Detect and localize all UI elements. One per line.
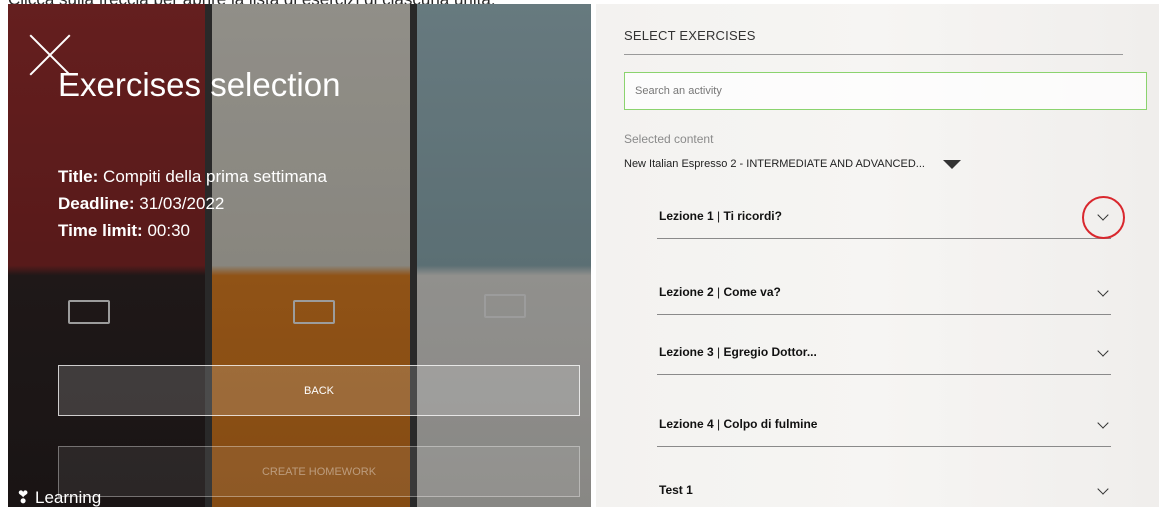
right-panel: SELECT EXERCISES Selected content New It… [596,4,1159,507]
logo-icon: ❣ [16,488,31,507]
brand-name: Learning [34,488,102,507]
create-homework-button[interactable]: CREATE HOMEWORK [58,446,580,497]
course-name: New Italian Espresso 2 - INTERMEDIATE AN… [624,158,925,170]
left-panel: Exercises selection Title: Compiti della… [8,4,591,507]
lesson-label: Lezione 4 | Colpo di fulmine [659,417,818,431]
lesson-item[interactable]: Lezione 2 | Come va? [657,275,1111,315]
highlight-circle [1082,196,1125,239]
deadline-label: Deadline: [58,194,135,213]
lesson-divider [657,446,1111,447]
lesson-item[interactable]: Lezione 1 | Ti ricordi? [657,199,1111,239]
title-label: Title: [58,167,99,186]
lesson-item[interactable]: Test 1 [657,473,1111,507]
course-dropdown[interactable]: New Italian Espresso 2 - INTERMEDIATE AN… [624,158,961,170]
time-limit-label: Time limit: [58,221,143,240]
lesson-label: Lezione 2 | Come va? [659,285,781,299]
homework-time-limit: Time limit: 00:30 [58,221,190,241]
time-limit-value: 00:30 [147,221,190,240]
chevron-down-icon[interactable] [1097,285,1109,297]
lesson-label: Lezione 3 | Egregio Dottor... [659,345,817,359]
deadline-value: 31/03/2022 [139,194,225,213]
triangle-down-icon[interactable] [942,159,961,169]
lesson-item[interactable]: Lezione 3 | Egregio Dottor... [657,335,1111,375]
title-value: Compiti della prima settimana [103,167,327,186]
lesson-divider [657,314,1111,315]
homework-deadline: Deadline: 31/03/2022 [58,194,224,214]
chevron-down-icon[interactable] [1097,417,1109,429]
back-button[interactable]: BACK [58,365,580,416]
brand-logo: ❣ Learning [16,488,101,507]
lesson-divider [657,374,1111,375]
section-divider [624,54,1123,55]
search-input[interactable] [624,72,1147,110]
page-title: Exercises selection [58,66,341,103]
lesson-label: Test 1 [659,483,693,497]
lesson-item[interactable]: Lezione 4 | Colpo di fulmine [657,407,1111,447]
lesson-divider [657,238,1111,239]
selected-content-label: Selected content [624,132,714,146]
section-title: SELECT EXERCISES [624,28,756,43]
chevron-down-icon[interactable] [1097,483,1109,495]
homework-title: Title: Compiti della prima settimana [58,167,327,187]
lesson-label: Lezione 1 | Ti ricordi? [659,209,782,223]
chevron-down-icon[interactable] [1097,345,1109,357]
